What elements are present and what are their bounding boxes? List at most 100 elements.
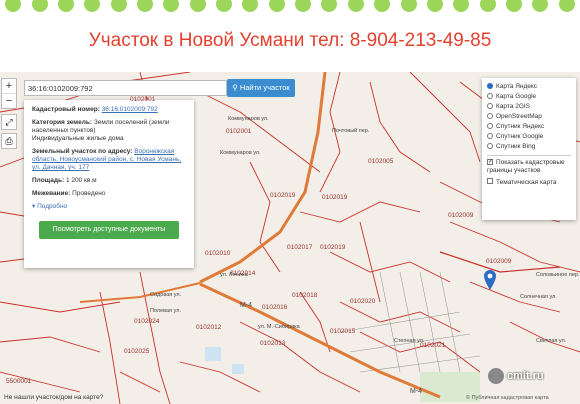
- dot: [57, 0, 74, 12]
- area-row: Площадь: 1 200 кв.м: [32, 177, 186, 185]
- layer-option-yandex-sat[interactable]: Спутник Яндекс: [487, 122, 571, 132]
- dot: [374, 0, 391, 12]
- plot-info-card: Кадастровый номер: 36:16:0102009:792 Кат…: [24, 100, 194, 268]
- dot: [136, 0, 153, 12]
- area-label: Площадь:: [32, 177, 65, 184]
- cadastral-label: Кадастровый номер:: [32, 106, 100, 113]
- thematic-checkbox[interactable]: Тематическая карта: [487, 178, 571, 188]
- street-label: Солнечная ул.: [520, 294, 557, 300]
- not-found-question[interactable]: Не нашли участок/дом на карте?: [4, 394, 103, 401]
- cadastral-map[interactable]: + − ⤢ ⎙ 36:16:0102009:792 ⚲ Найти участо…: [0, 72, 580, 404]
- radio-selected-icon: [487, 83, 493, 90]
- zoom-in-button[interactable]: +: [2, 79, 16, 94]
- layer-switcher: Карта Яндекс Карта Google Карта 2GIS Ope…: [482, 78, 576, 220]
- quarter-label: 0102001: [130, 96, 156, 103]
- dot: [31, 0, 48, 12]
- dot: [479, 0, 496, 12]
- highway-label: М-4: [240, 302, 253, 309]
- watermark-logo-icon: [488, 368, 504, 384]
- street-label: Светлая ул.: [536, 338, 567, 344]
- layer-option-google-map[interactable]: Карта Google: [487, 92, 571, 102]
- radio-icon: [487, 143, 493, 150]
- watermark: cmlt.ru: [488, 368, 580, 388]
- street-label: Почтовый пер.: [332, 128, 370, 134]
- address-row: Земельный участок по адресу: Воронежская…: [32, 148, 186, 172]
- dot: [110, 0, 127, 12]
- quarter-label: 0102013: [260, 340, 286, 347]
- page-title: Участок в Новой Усмани тел: 8-904-213-49…: [88, 30, 492, 51]
- mezhevanie-label: Межевание:: [32, 190, 71, 197]
- quarter-label: 0102018: [292, 292, 318, 299]
- dot: [347, 0, 364, 12]
- radio-icon: [487, 133, 493, 140]
- attribution[interactable]: © Публичная кадастровая карта: [466, 395, 549, 401]
- highway-label: М-4: [410, 388, 423, 395]
- more-link[interactable]: ▾ Подробно: [32, 203, 186, 211]
- show-borders-label: Показать кадастровые границы участков: [487, 159, 565, 174]
- category-row: Категория земель: Земли поселений (земли…: [32, 119, 186, 143]
- mezhevanie-row: Межевание: Проведено: [32, 190, 186, 198]
- divider: [487, 155, 571, 156]
- quarter-label: 0102012: [196, 324, 222, 331]
- use-value: Индивидуальные жилые дома: [32, 135, 124, 142]
- quarter-label: 5500001: [6, 378, 32, 385]
- layer-option-label: Спутник Google: [496, 133, 544, 140]
- dot: [321, 0, 338, 12]
- print-icon[interactable]: ⎙: [1, 133, 17, 149]
- quarter-label: 0102010: [205, 250, 231, 257]
- quarter-label: 0102015: [330, 328, 356, 335]
- location-pin-icon[interactable]: [484, 270, 496, 290]
- quarter-label: 0102020: [350, 298, 376, 305]
- layer-option-label: OpenStreetMap: [496, 113, 542, 120]
- quarter-label: 0102019: [270, 192, 296, 199]
- layer-option-2gis-map[interactable]: Карта 2GIS: [487, 102, 571, 112]
- layer-option-label: Карта Google: [496, 93, 537, 100]
- layer-option-google-sat[interactable]: Спутник Google: [487, 132, 571, 142]
- decorative-dots: [0, 0, 580, 16]
- zoom-control: + −: [1, 78, 17, 109]
- dot: [295, 0, 312, 12]
- category-label: Категория земель:: [32, 119, 93, 126]
- dot: [5, 0, 22, 12]
- search-input[interactable]: 36:16:0102009:792: [24, 80, 227, 96]
- street-label: Садовая ул.: [150, 292, 182, 298]
- street-label: ул. М.-Сибиряка: [258, 324, 300, 330]
- checkmark-icon: ✓: [487, 159, 494, 165]
- fullscreen-icon[interactable]: ⤢: [1, 114, 17, 130]
- quarter-label: 0102009: [448, 212, 474, 219]
- layer-option-label: Спутник Bing: [496, 143, 536, 150]
- dot: [558, 0, 575, 12]
- view-documents-button[interactable]: Посмотреть доступные документы: [39, 221, 179, 239]
- cadastral-row: Кадастровый номер: 36:16:0102009:792: [32, 106, 186, 114]
- quarter-label: 0102005: [368, 158, 394, 165]
- dot: [84, 0, 101, 12]
- street-label: Коммунаров ул.: [228, 116, 269, 122]
- dot: [268, 0, 285, 12]
- dot: [506, 0, 522, 12]
- more-link-label: Подробно: [37, 203, 68, 210]
- radio-icon: [487, 93, 493, 100]
- layer-option-bing-sat[interactable]: Спутник Bing: [487, 142, 571, 152]
- dot: [242, 0, 259, 12]
- layer-option-label: Карта Яндекс: [496, 83, 538, 90]
- zoom-out-button[interactable]: −: [2, 94, 16, 108]
- street-label: ул. Ленина: [220, 272, 248, 278]
- dot: [532, 0, 549, 12]
- dot: [189, 0, 206, 12]
- layer-option-yandex-map[interactable]: Карта Яндекс: [487, 82, 571, 92]
- show-borders-checkbox[interactable]: ✓ Показать кадастровые границы участков: [487, 159, 571, 175]
- dot: [453, 0, 470, 12]
- mezhevanie-value: Проведено: [72, 190, 106, 197]
- radio-icon: [487, 113, 493, 120]
- quarter-label: 0102025: [124, 348, 150, 355]
- layer-option-osm[interactable]: OpenStreetMap: [487, 112, 571, 122]
- dot: [163, 0, 180, 12]
- dot: [216, 0, 233, 12]
- search-icon: ⚲: [232, 83, 240, 92]
- quarter-label: 0102009: [486, 258, 512, 265]
- find-plot-button-label: Найти участок: [239, 83, 290, 92]
- area-value: 1 200 кв.м: [65, 177, 97, 184]
- cadastral-link[interactable]: 36:16:0102009:792: [102, 106, 158, 113]
- watermark-text: cmlt.ru: [507, 369, 544, 382]
- find-plot-button[interactable]: ⚲ Найти участок: [227, 79, 295, 97]
